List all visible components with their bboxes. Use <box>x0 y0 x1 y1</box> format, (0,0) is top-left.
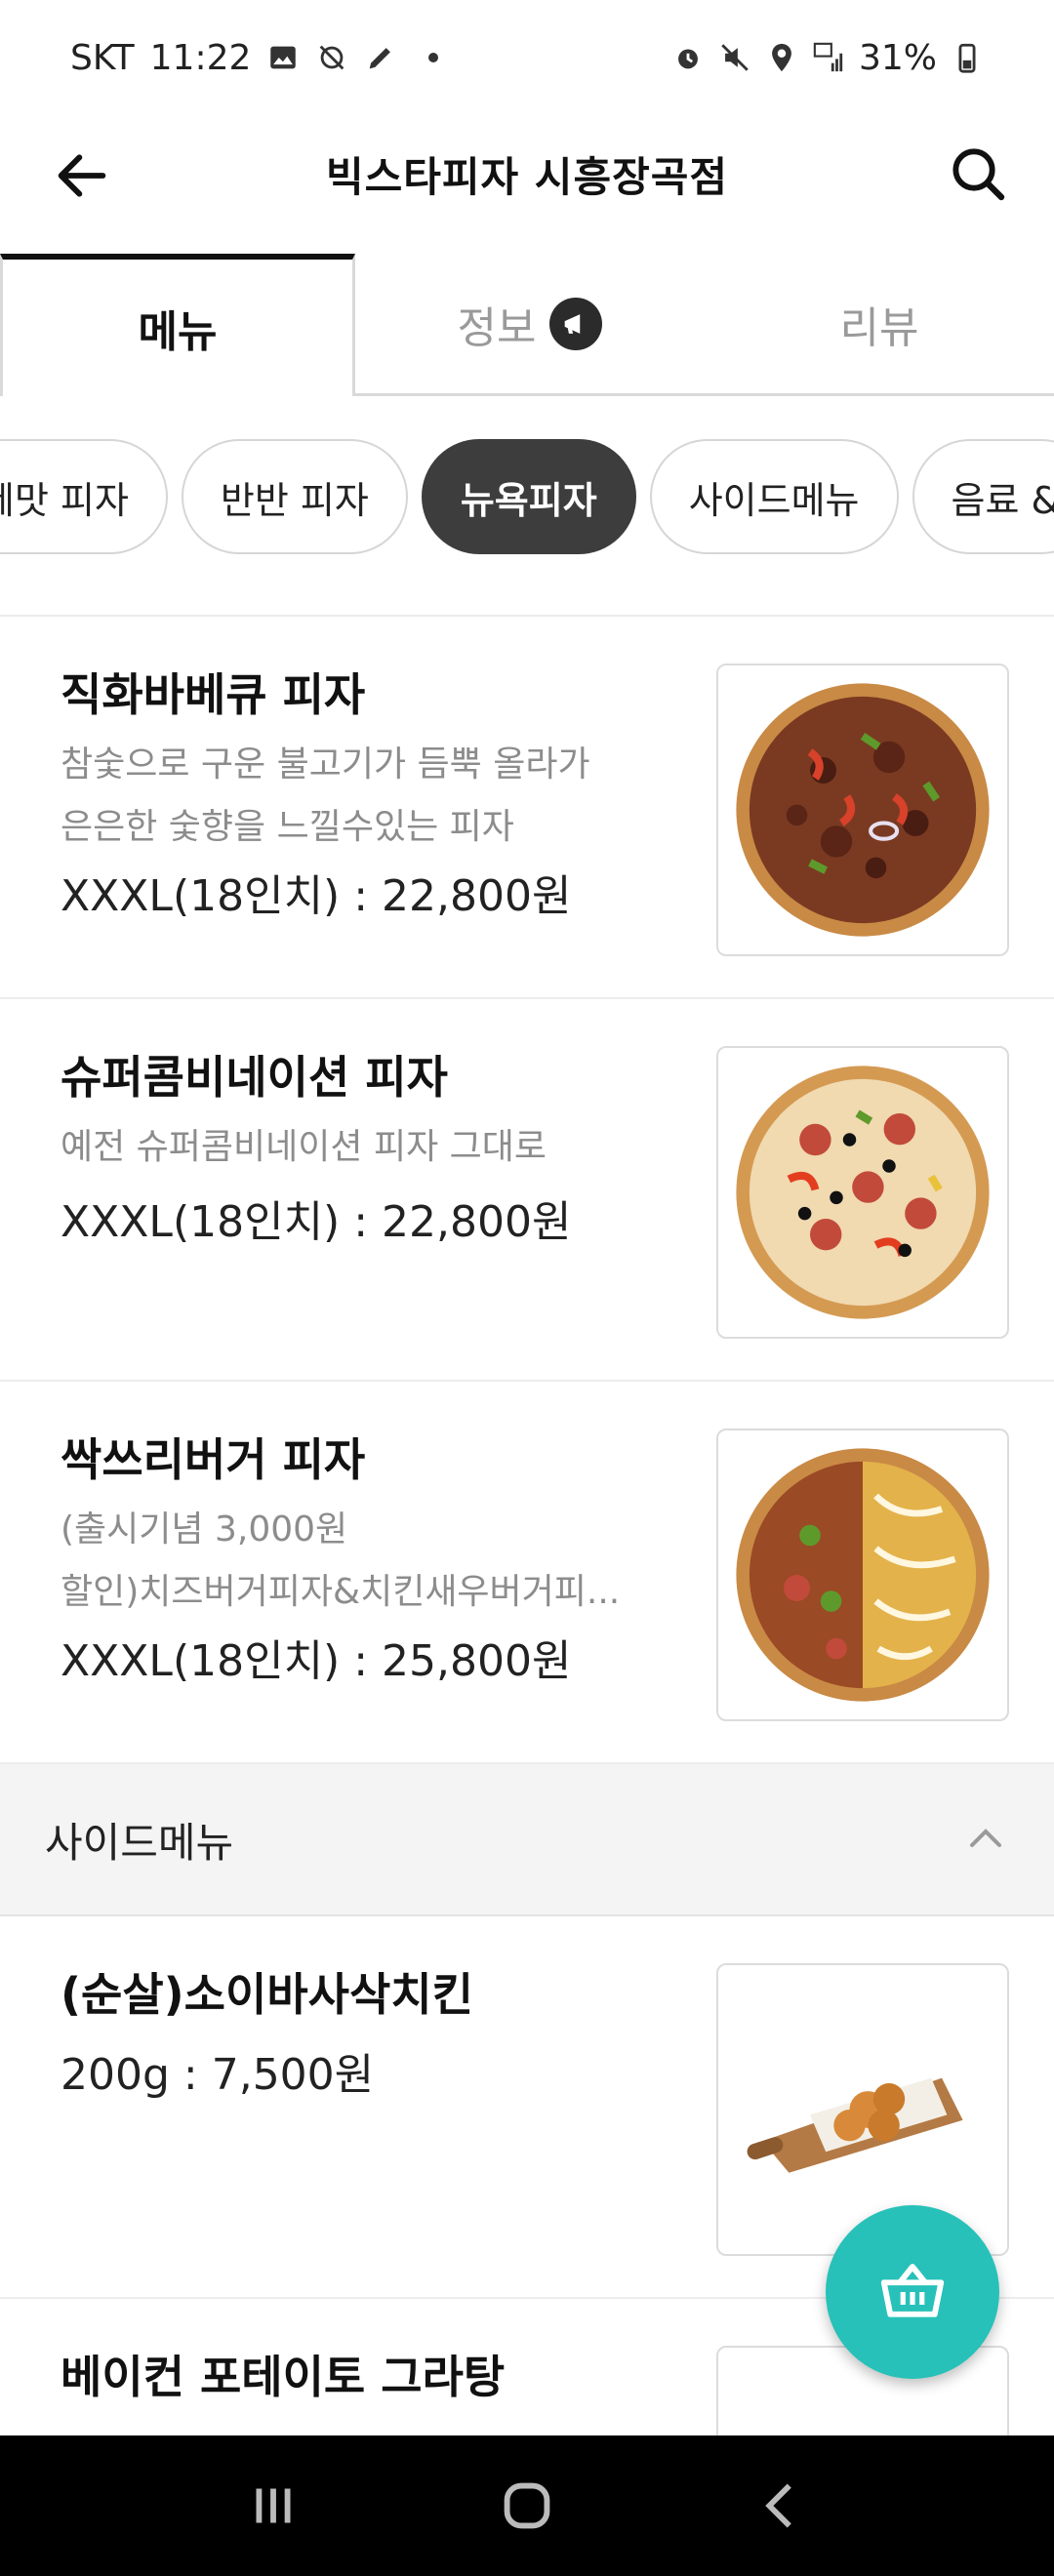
menu-item-desc-line: 예전 슈퍼콤비네이션 피자 그대로 <box>61 1127 547 1167</box>
menu-item-image <box>716 664 1009 956</box>
tab-menu-label: 메뉴 <box>138 307 218 357</box>
menu-item-name: 슈퍼콤비네이션 피자 <box>61 1051 448 1104</box>
edit-icon <box>370 48 391 69</box>
menu-item-desc-line: 참숯으로 구운 불고기가 듬뿍 올라가 <box>61 745 590 785</box>
menu-item-desc-line: 할인)치즈버거피자&치킨새우버거피... <box>61 1572 621 1612</box>
back-arrow-icon[interactable] <box>51 144 113 207</box>
menu-item-desc: 예전 슈퍼콤비네이션 피자 그대로 <box>61 1116 675 1179</box>
burger-pizza-image <box>736 1448 990 1702</box>
cart-button[interactable] <box>826 2205 999 2379</box>
side-menu-section-header[interactable]: 사이드메뉴 <box>0 1764 1054 1916</box>
menu-item[interactable]: 싹쓰리버거 피자 (출시기념 3,000원 할인)치즈버거피자&치킨새우버거피.… <box>0 1382 1054 1764</box>
system-nav-bar <box>0 2435 1054 2576</box>
menu-item-desc: (출시기념 3,000원 할인)치즈버거피자&치킨새우버거피... <box>61 1499 675 1624</box>
menu-item-name: (순살)소이바사삭치킨 <box>61 1968 473 2021</box>
menu-item[interactable]: 직화바베큐 피자 참숯으로 구운 불고기가 듬뿍 올라가 은은한 숯향을 느낄수… <box>0 617 1054 999</box>
menu-item-price: 200g : 7,500원 <box>61 2050 375 2100</box>
menu-item-price: XXXL(18인치) : 22,800원 <box>61 871 572 921</box>
gallery-icon <box>270 46 297 69</box>
tab-bar: 메뉴 정보 리뷰 <box>0 254 1054 396</box>
menu-item-name: 베이컨 포테이토 그라탕 <box>61 2351 506 2403</box>
menu-item-price: XXXL(18인치) : 22,800원 <box>61 1197 572 1247</box>
menu-item-image <box>716 1429 1009 1721</box>
chip-drinks[interactable]: 음료 & <box>912 439 1054 554</box>
search-icon[interactable] <box>947 142 1009 205</box>
status-bar: SKT 11:22 31% <box>0 0 1054 115</box>
combination-pizza-image <box>736 1066 990 1319</box>
megaphone-icon <box>549 297 603 350</box>
menu-item-name: 싹쓰리버거 피자 <box>61 1433 366 1486</box>
battery-text: 31% <box>858 37 937 78</box>
battery-icon <box>958 43 976 73</box>
tab-info[interactable]: 정보 <box>355 254 705 396</box>
menu-item-price: XXXL(18인치) : 25,800원 <box>61 1636 572 1686</box>
menu-item-image <box>716 1963 1009 2256</box>
recents-icon[interactable] <box>239 2472 307 2540</box>
menu-item-desc-line: 은은한 숯향을 느낄수있는 피자 <box>61 807 514 847</box>
mute-icon <box>721 44 749 71</box>
chicken-image <box>747 2077 963 2173</box>
home-icon[interactable] <box>493 2472 561 2540</box>
menu-item-name: 직화바베큐 피자 <box>61 668 366 721</box>
category-chips: 제맛 피자 반반 피자 뉴욕피자 사이드메뉴 음료 & <box>0 439 1054 558</box>
tab-info-label: 정보 <box>457 302 537 353</box>
notification-dot <box>428 53 439 62</box>
chip-side-menu[interactable]: 사이드메뉴 <box>649 439 899 554</box>
chip-original-pizza[interactable]: 제맛 피자 <box>0 439 168 554</box>
tab-review-label: 리뷰 <box>839 302 919 353</box>
carrier-text: SKT <box>70 37 135 78</box>
menu-item-image <box>716 1046 1009 1339</box>
time-text: 11:22 <box>149 37 252 78</box>
menu-item-desc: 참숯으로 구운 불고기가 듬뿍 올라가 은은한 숯향을 느낄수있는 피자 <box>61 734 675 859</box>
sync-off-icon <box>320 45 345 70</box>
chip-newyork-pizza[interactable]: 뉴욕피자 <box>421 439 636 554</box>
back-icon[interactable] <box>747 2472 815 2540</box>
app-bar: 빅스타피자 시흥장곡점 <box>0 115 1054 232</box>
chevron-up-icon[interactable] <box>962 1816 1009 1863</box>
basket-icon <box>880 2264 945 2317</box>
tab-menu[interactable]: 메뉴 <box>0 254 355 396</box>
chip-half-pizza[interactable]: 반반 피자 <box>181 439 408 554</box>
signal-5g-icon <box>813 42 843 72</box>
alarm-icon <box>678 49 698 69</box>
bbq-pizza-image <box>736 683 990 937</box>
section-title: 사이드메뉴 <box>45 1818 234 1867</box>
tab-review[interactable]: 리뷰 <box>705 254 1054 396</box>
location-icon <box>772 43 791 72</box>
menu-item[interactable]: 슈퍼콤비네이션 피자 예전 슈퍼콤비네이션 피자 그대로 XXXL(18인치) … <box>0 999 1054 1382</box>
menu-item-desc-line: (출시기념 3,000원 <box>61 1509 348 1550</box>
page-title: 빅스타피자 시흥장곡점 <box>325 152 729 201</box>
